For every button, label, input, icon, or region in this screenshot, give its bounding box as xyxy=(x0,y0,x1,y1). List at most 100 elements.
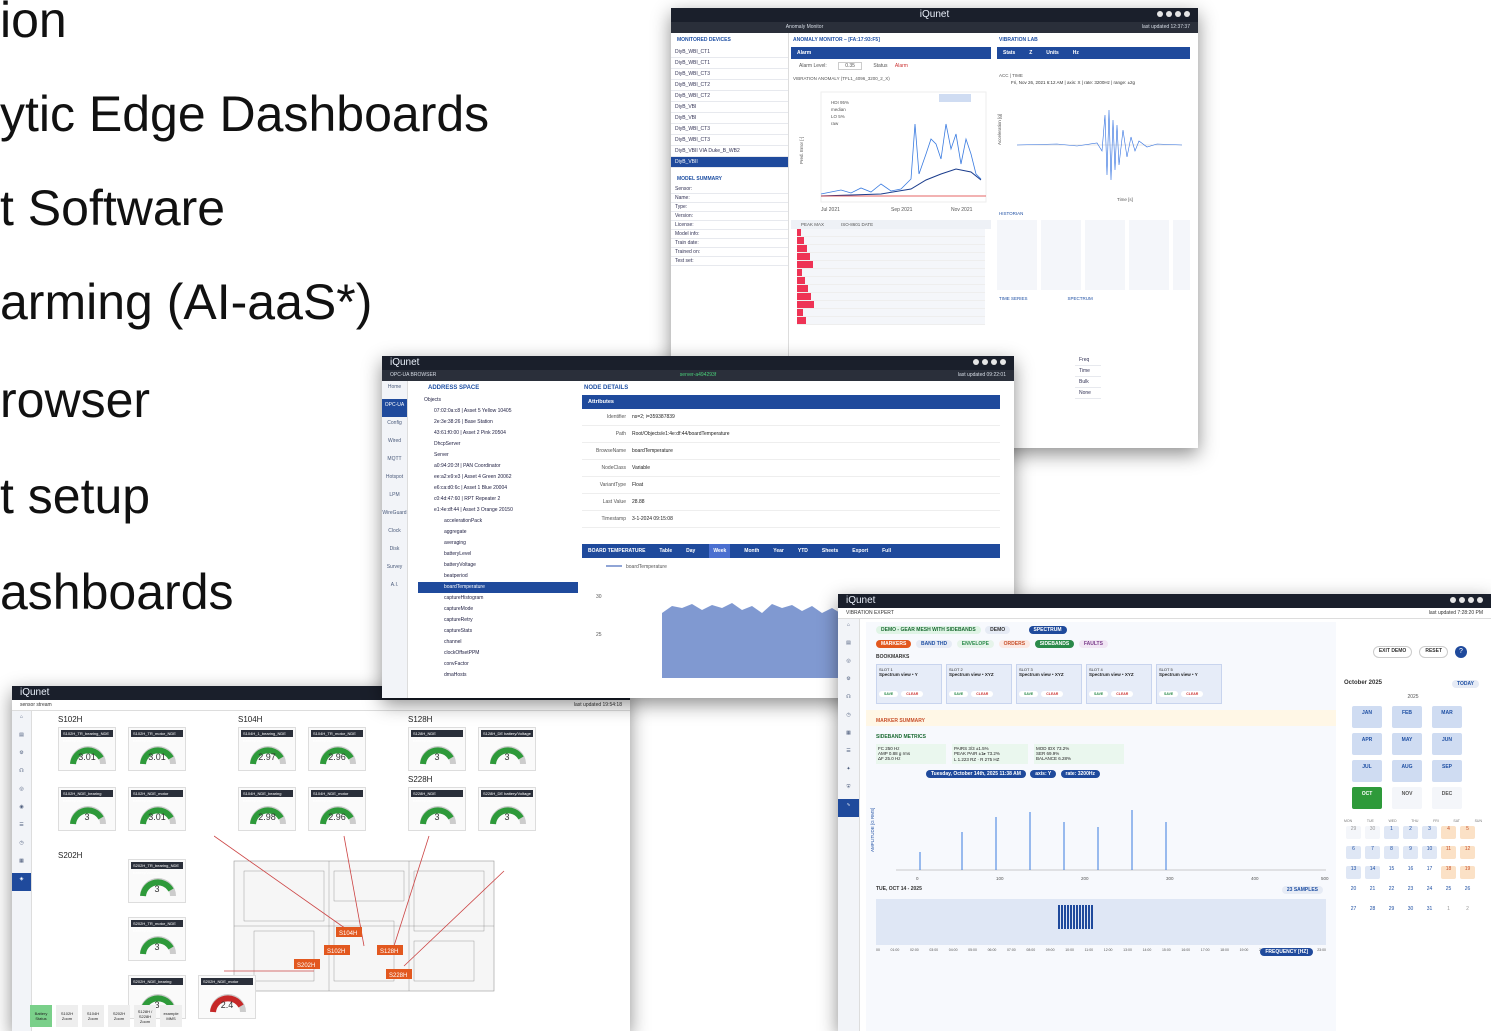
tree-node[interactable]: Server xyxy=(418,450,578,461)
frequency-axis-button[interactable]: FREQUENCY [HZ] xyxy=(1260,948,1316,956)
nav-mqtt-icon[interactable]: ◎ xyxy=(12,783,31,801)
tree-node[interactable]: dmaHosts xyxy=(418,670,578,681)
spectrum-tag[interactable]: SPECTRUM xyxy=(1028,626,1067,634)
slot-clear-button[interactable]: CLEAR xyxy=(971,691,994,697)
day-cell[interactable]: 22 xyxy=(1384,886,1399,899)
day-cell[interactable]: 20 xyxy=(1346,886,1361,899)
battery-gauge[interactable]: S202H_NDE_motor battery/Voltage 2.4 xyxy=(198,975,256,1019)
peak-row[interactable] xyxy=(797,317,985,325)
battery-gauge[interactable]: S128H_NDE battery/Voltage 3 xyxy=(408,727,466,771)
year-selector[interactable]: 2025 xyxy=(1344,694,1482,700)
peak-row[interactable] xyxy=(797,293,985,301)
day-cell[interactable]: 18 xyxy=(1441,866,1456,879)
time-button[interactable]: Time xyxy=(1075,366,1101,377)
slot-save-button[interactable]: SAVE xyxy=(1019,691,1039,697)
battery-gauge[interactable]: S102H_TR_bearing_NDE battery/Voltage 3.01 xyxy=(58,727,116,771)
tab-year[interactable]: Year xyxy=(773,544,784,558)
peak-row[interactable] xyxy=(797,277,985,285)
nav-hotspot-icon[interactable]: ◉ xyxy=(12,801,31,819)
nav-disk-icon[interactable]: ▦ xyxy=(12,855,31,873)
nav-item[interactable]: Home xyxy=(382,381,407,399)
nav-mqtt-icon[interactable]: ◎ xyxy=(838,655,859,673)
day-cell[interactable]: 4 xyxy=(1441,826,1456,839)
day-cell[interactable]: 27 xyxy=(1346,906,1361,919)
nav-security-icon[interactable]: ⛨ xyxy=(838,781,859,799)
battery-gauge[interactable]: S202H_TR_bearing_NDE battery/Voltage 3 xyxy=(128,859,186,903)
battery-gauge[interactable]: S102H_NDE_motor battery/Voltage 3.01 xyxy=(128,787,186,831)
tab-example-mms[interactable]: example MMS xyxy=(160,1005,182,1027)
month-cell[interactable]: MAR xyxy=(1432,706,1462,728)
device-list-item[interactable]: DiyB_VBI xyxy=(671,102,788,113)
nav-item[interactable]: OPC-UA xyxy=(382,399,407,417)
nav-item[interactable]: A.I. xyxy=(382,579,407,597)
day-cell[interactable]: 21 xyxy=(1365,886,1380,899)
nav-item[interactable]: LPM xyxy=(382,489,407,507)
device-list-item[interactable]: DiyB_WBI_CT2 xyxy=(671,91,788,102)
slot-save-button[interactable]: SAVE xyxy=(879,691,899,697)
tab-day[interactable]: Day xyxy=(686,544,695,558)
help-icon[interactable]: ? xyxy=(1455,646,1467,658)
day-cell[interactable]: 14 xyxy=(1365,866,1380,879)
device-list-item[interactable]: DiyB_WBI_CT2 xyxy=(671,80,788,91)
device-list-item[interactable]: DiyB_WBI_CT3 xyxy=(671,124,788,135)
day-cell[interactable]: 16 xyxy=(1403,866,1418,879)
nav-item[interactable]: Disk xyxy=(382,543,407,561)
month-cell[interactable]: NOV xyxy=(1392,787,1422,809)
day-cell[interactable]: 12 xyxy=(1460,846,1475,859)
month-cell[interactable]: APR xyxy=(1352,733,1382,755)
exit-demo-button[interactable]: EXIT DEMO xyxy=(1372,646,1413,658)
bulk-button[interactable]: Bulk xyxy=(1075,377,1101,388)
slot-clear-button[interactable]: CLEAR xyxy=(1181,691,1204,697)
nav-active-icon[interactable]: ◈ xyxy=(12,873,31,891)
day-cell[interactable]: 7 xyxy=(1365,846,1380,859)
map-label[interactable]: S104H xyxy=(339,931,357,937)
peak-row[interactable] xyxy=(797,245,985,253)
tab-sidebands[interactable]: SIDEBANDS xyxy=(1034,640,1075,648)
day-cell[interactable]: 29 xyxy=(1346,826,1361,839)
tab-battery-status[interactable]: Battery Status xyxy=(30,1005,52,1027)
nav-item[interactable]: WireGuard xyxy=(382,507,407,525)
month-cell[interactable]: SEP xyxy=(1432,760,1462,782)
window-controls[interactable] xyxy=(1157,11,1190,17)
day-cell[interactable]: 6 xyxy=(1346,846,1361,859)
tab-faults[interactable]: FAULTS xyxy=(1078,640,1108,648)
full-button[interactable]: Full xyxy=(882,544,891,558)
tab-s202h-zoom[interactable]: S202H Zoom xyxy=(108,1005,130,1027)
day-cell[interactable]: 30 xyxy=(1403,906,1418,919)
day-cell[interactable]: 29 xyxy=(1384,906,1399,919)
month-cell[interactable]: JUL xyxy=(1352,760,1382,782)
nav-home-icon[interactable]: ⌂ xyxy=(12,711,31,729)
export-button[interactable]: Export xyxy=(852,544,868,558)
window-controls[interactable] xyxy=(973,359,1006,365)
battery-gauge[interactable]: S202H_TR_motor_NDE battery/Voltage 3 xyxy=(128,917,186,961)
tree-node[interactable]: ee:a2:e9:e3 | Asset 4 Green 20062 xyxy=(418,472,578,483)
day-cell[interactable]: 15 xyxy=(1384,866,1399,879)
device-list-item[interactable]: DiyB_WBI_CT1 xyxy=(671,58,788,69)
tree-node[interactable]: channel xyxy=(418,637,578,648)
tree-node[interactable]: clockOffsetPPM xyxy=(418,648,578,659)
month-cell[interactable]: DEC xyxy=(1432,787,1462,809)
tree-node[interactable]: batteryLevel xyxy=(418,549,578,560)
tree-node[interactable]: 43:61:f0:00 | Asset 2 Pink 20504 xyxy=(418,428,578,439)
bookmark-slot[interactable]: SLOT 5 Spectrum view • Y SAVE CLEAR xyxy=(1156,664,1222,704)
device-list-item[interactable]: DiyB_WBI_CT3 xyxy=(671,135,788,146)
tab-stats[interactable]: Stats xyxy=(1003,47,1015,59)
tree-node[interactable]: e6:ca:d0:6c | Asset 1 Blue 20004 xyxy=(418,483,578,494)
tree-node[interactable]: captureHistogram xyxy=(418,593,578,604)
day-cell[interactable]: 17 xyxy=(1422,866,1437,879)
peak-row[interactable] xyxy=(797,309,985,317)
tree-node[interactable]: aggregate xyxy=(418,527,578,538)
nav-clock-icon[interactable]: ◷ xyxy=(12,837,31,855)
nav-opcua-icon[interactable]: ▤ xyxy=(838,637,859,655)
bookmark-slot[interactable]: SLOT 3 Spectrum view • XYZ SAVE CLEAR xyxy=(1016,664,1082,704)
frequency-button[interactable]: FREQUENCY [HZ] xyxy=(1260,948,1313,956)
day-cell[interactable]: 23 xyxy=(1403,886,1418,899)
nav-item[interactable]: Wired xyxy=(382,435,407,453)
nav-ai-icon[interactable]: ✦ xyxy=(838,763,859,781)
tab-envelope[interactable]: ENVELOPE xyxy=(956,640,994,648)
day-cell[interactable]: 3 xyxy=(1422,826,1437,839)
tab-s102h-zoom[interactable]: S102H Zoom xyxy=(56,1005,78,1027)
tree-node[interactable]: e1:4e:df:44 | Asset 3 Orange 20150 xyxy=(418,505,578,516)
slot-save-button[interactable]: SAVE xyxy=(1159,691,1179,697)
nav-item[interactable]: Survey xyxy=(382,561,407,579)
